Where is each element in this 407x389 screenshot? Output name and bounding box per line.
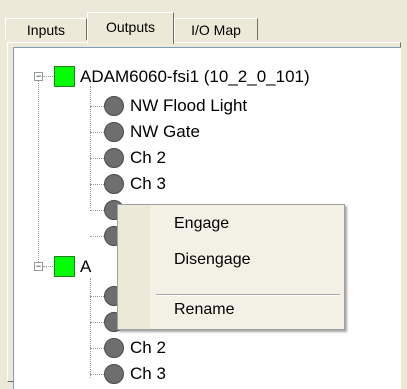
tree-line [43, 266, 53, 267]
output-off-icon [104, 122, 124, 142]
menu-separator [156, 294, 340, 296]
menu-item-engage[interactable]: Engage [174, 214, 229, 234]
tree-line [38, 72, 39, 262]
tab-strip: Inputs Outputs I/O Map [0, 0, 407, 44]
output-off-icon [104, 96, 124, 116]
device-status-icon [54, 256, 75, 277]
menu-item-disengage[interactable]: Disengage [174, 250, 251, 270]
tree-line [90, 106, 104, 107]
output-off-icon [104, 174, 124, 194]
tree-line [90, 348, 104, 349]
tree-line [90, 184, 104, 185]
tree-line [90, 296, 104, 297]
tab-outputs[interactable]: Outputs [87, 12, 174, 44]
channel-label[interactable]: Ch 3 [130, 173, 166, 195]
tree-line [90, 132, 104, 133]
channel-label[interactable]: Ch 2 [130, 147, 166, 169]
tree-line [90, 374, 104, 375]
tree-line [90, 158, 104, 159]
tree-line [90, 278, 91, 378]
application-window: { "tabs": [ {"label": "Inputs"}, {"label… [0, 0, 407, 389]
channel-label[interactable]: Ch 2 [130, 337, 166, 359]
tree-line [90, 86, 91, 208]
output-off-icon [104, 148, 124, 168]
device-label-start[interactable]: A [80, 256, 91, 278]
channel-label[interactable]: Ch 3 [130, 363, 166, 385]
output-off-icon [104, 364, 124, 384]
tree-line [43, 76, 53, 77]
output-off-icon [104, 338, 124, 358]
collapse-icon[interactable]: − [34, 262, 43, 271]
tree-line [90, 236, 104, 237]
tree-line [90, 322, 104, 323]
channel-label[interactable]: NW Gate [130, 121, 200, 143]
channel-label[interactable]: NW Flood Light [130, 95, 247, 117]
tab-io-map[interactable]: I/O Map [174, 18, 258, 40]
menu-item-rename[interactable]: Rename [174, 300, 234, 320]
device-status-icon [54, 66, 75, 87]
collapse-icon[interactable]: − [34, 72, 43, 81]
tree-line [90, 210, 104, 211]
device-label[interactable]: ADAM6060-fsi1 (10_2_0_101) [80, 66, 310, 88]
context-menu: Engage Disengage Rename [117, 204, 345, 330]
tab-inputs[interactable]: Inputs [5, 18, 87, 40]
menu-gutter [118, 205, 150, 329]
